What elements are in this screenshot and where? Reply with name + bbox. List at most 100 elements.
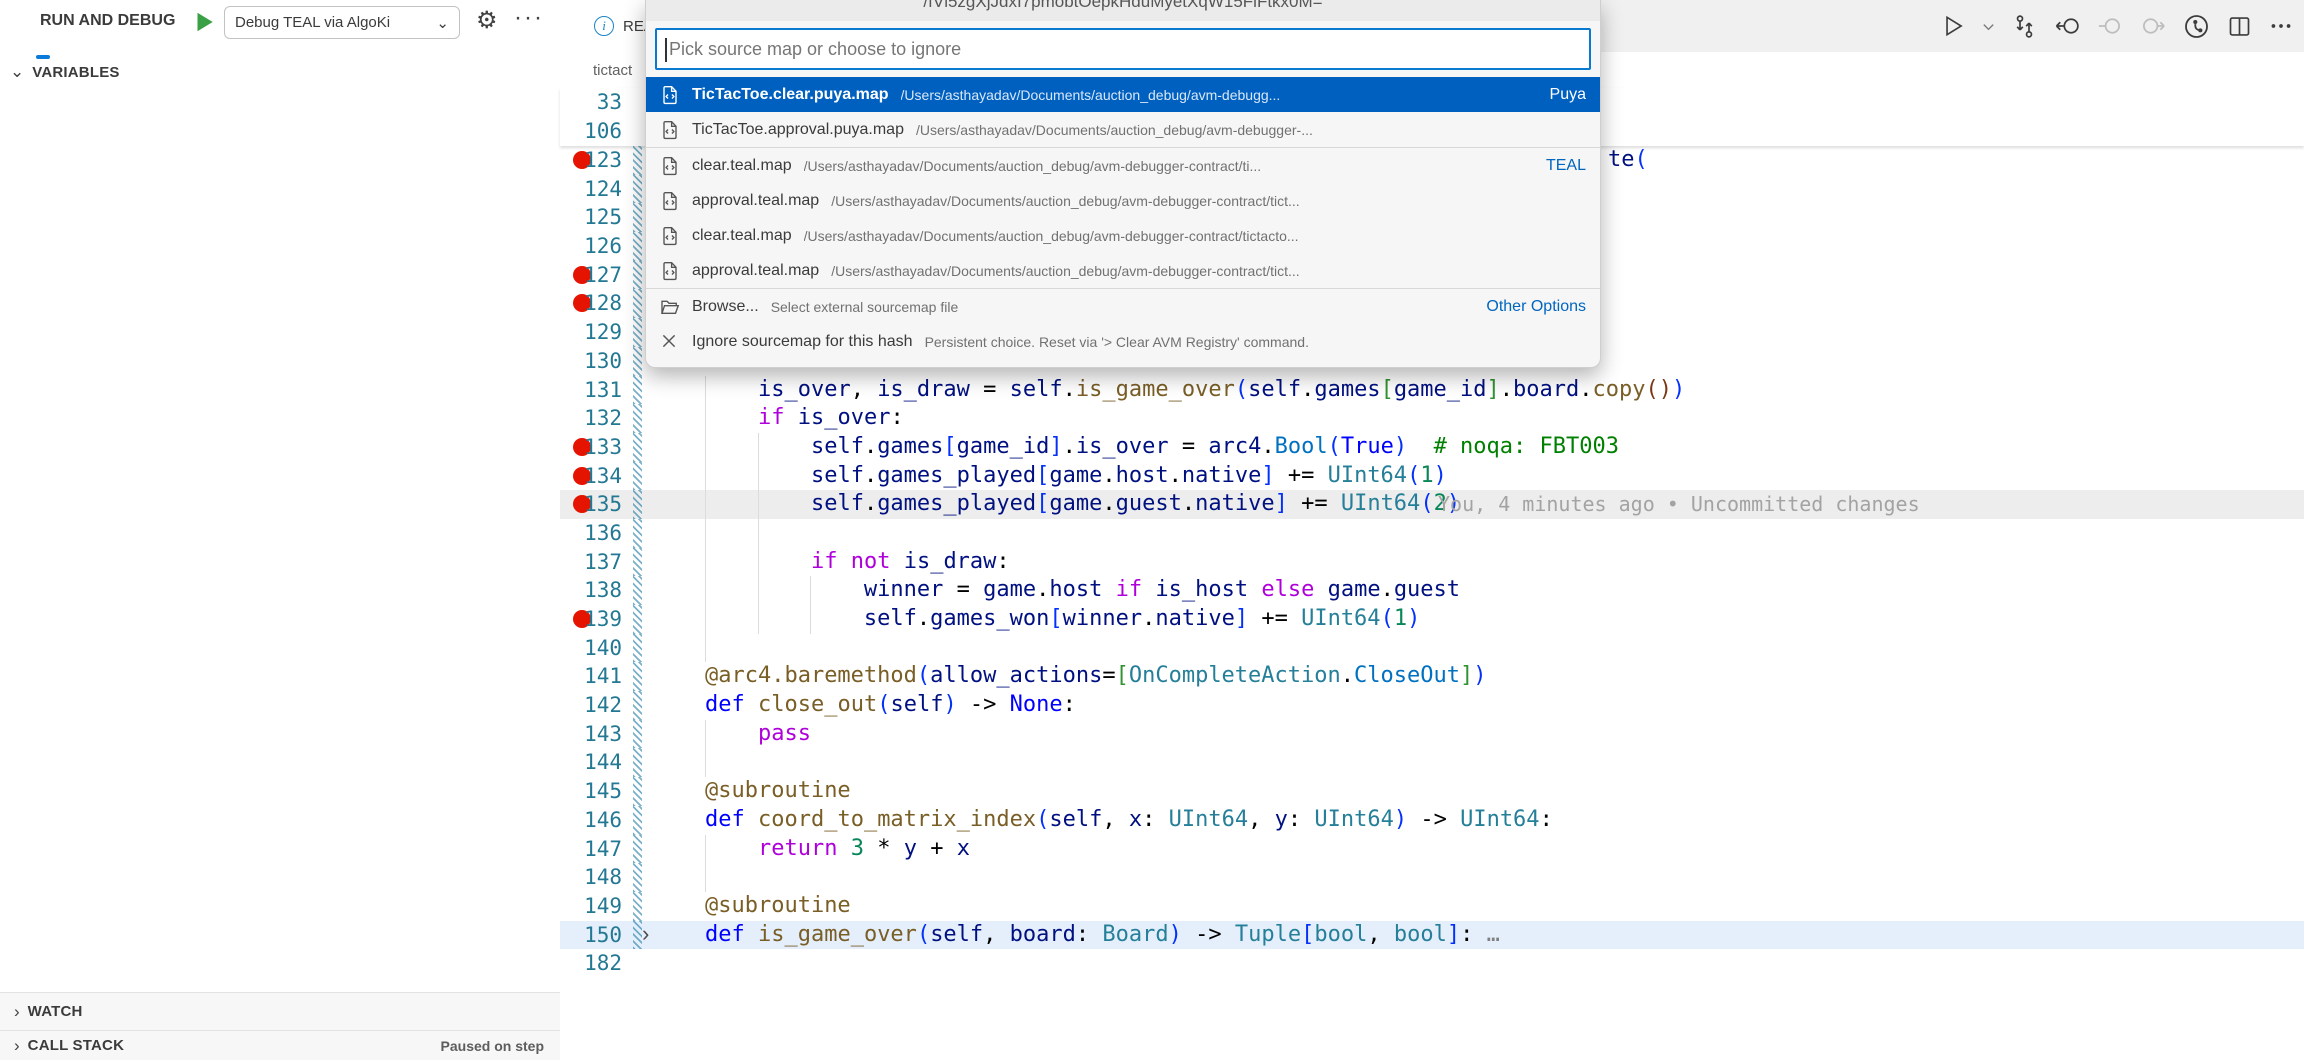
code-line-138[interactable]: 138 winner = game.host if is_host else g…: [560, 576, 2304, 605]
quick-pick-input-box[interactable]: [655, 28, 1591, 70]
line-number[interactable]: 150: [560, 921, 622, 950]
line-number[interactable]: 124: [560, 175, 622, 204]
code-token: [652, 405, 758, 430]
quick-pick-item-detail: /Users/asthayadav/Documents/auction_debu…: [804, 228, 1299, 244]
line-number[interactable]: 129: [560, 318, 622, 347]
go-back-icon[interactable]: [2053, 12, 2081, 40]
line-number[interactable]: 144: [560, 748, 622, 777]
line-number[interactable]: 123: [560, 146, 622, 175]
quick-pick-item-7[interactable]: Ignore sourcemap for this hashPersistent…: [646, 324, 1600, 359]
breadcrumb-item[interactable]: tictact: [593, 62, 632, 79]
run-python-file-button[interactable]: [1940, 13, 1966, 39]
quick-pick-item-3[interactable]: approval.teal.map/Users/asthayadav/Docum…: [646, 183, 1600, 218]
line-number[interactable]: 148: [560, 863, 622, 892]
gutter-hatch-decoration: [633, 634, 642, 663]
previous-change-icon[interactable]: [2096, 12, 2124, 40]
watch-section-header[interactable]: › WATCH: [0, 992, 560, 1030]
code-line-143[interactable]: 143 pass: [560, 720, 2304, 749]
debug-config-dropdown[interactable]: Debug TEAL via AlgoKi ⌄: [224, 6, 460, 39]
code-line-139[interactable]: 139 self.games_won[winner.native] += UIn…: [560, 605, 2304, 634]
code-line-149[interactable]: 149 @subroutine: [560, 892, 2304, 921]
code-text: @subroutine: [652, 777, 851, 806]
line-number[interactable]: 143: [560, 720, 622, 749]
quick-pick-item-badge[interactable]: Other Options: [1472, 298, 1586, 316]
code-token: winner: [1063, 606, 1142, 631]
code-token: games_won: [930, 606, 1049, 631]
line-number[interactable]: 127: [560, 261, 622, 290]
code-line-131[interactable]: 131 is_over, is_draw = self.is_game_over…: [560, 376, 2304, 405]
quick-pick-item-4[interactable]: clear.teal.map/Users/asthayadav/Document…: [646, 218, 1600, 253]
fold-chevron-icon[interactable]: ›: [642, 921, 649, 947]
line-number[interactable]: 135: [560, 490, 622, 519]
code-token: [: [1381, 377, 1394, 402]
line-number[interactable]: 149: [560, 892, 622, 921]
code-line-146[interactable]: 146 def coord_to_matrix_index(self, x: U…: [560, 806, 2304, 835]
line-number[interactable]: 126: [560, 232, 622, 261]
code-line-147[interactable]: 147 return 3 * y + x: [560, 835, 2304, 864]
code-line-135[interactable]: 135 self.games_played[game.guest.native]…: [560, 490, 2304, 519]
code-line-136[interactable]: 136: [560, 519, 2304, 548]
code-token: is_over: [798, 405, 891, 430]
line-number[interactable]: 125: [560, 203, 622, 232]
quick-pick-item-2[interactable]: clear.teal.map/Users/asthayadav/Document…: [646, 147, 1600, 183]
line-number[interactable]: 136: [560, 519, 622, 548]
line-number[interactable]: 182: [560, 949, 622, 978]
code-token: is_game_over: [758, 922, 917, 947]
code-token: ]: [1261, 463, 1274, 488]
code-line-148[interactable]: 148: [560, 863, 2304, 892]
code-line-150[interactable]: 150› def is_game_over(self, board: Board…: [560, 921, 2304, 950]
code-line-142[interactable]: 142 def close_out(self) -> None:: [560, 691, 2304, 720]
line-number[interactable]: 139: [560, 605, 622, 634]
quick-pick-item-label: TicTacToe.clear.puya.map: [692, 86, 889, 104]
code-line-137[interactable]: 137 if not is_draw:: [560, 548, 2304, 577]
code-line-134[interactable]: 134 self.games_played[game.host.native] …: [560, 462, 2304, 491]
quick-pick-item-0[interactable]: TicTacToe.clear.puya.map/Users/asthayada…: [646, 77, 1600, 112]
more-actions-icon[interactable]: [2268, 13, 2294, 39]
code-token: native: [1155, 606, 1234, 631]
line-number[interactable]: 132: [560, 404, 622, 433]
code-line-132[interactable]: 132 if is_over:: [560, 404, 2304, 433]
compare-changes-icon[interactable]: [2011, 13, 2038, 40]
line-number[interactable]: 134: [560, 462, 622, 491]
quick-pick-item-1[interactable]: TicTacToe.approval.puya.map/Users/asthay…: [646, 112, 1600, 147]
code-token: game: [983, 577, 1036, 602]
code-line-141[interactable]: 141 @arc4.baremethod(allow_actions=[OnCo…: [560, 662, 2304, 691]
code-token: [652, 721, 758, 746]
line-number[interactable]: 130: [560, 347, 622, 376]
line-number[interactable]: 147: [560, 835, 622, 864]
code-token: @subroutine: [705, 778, 851, 803]
line-number[interactable]: 142: [560, 691, 622, 720]
code-line-133[interactable]: 133 self.games[game_id].is_over = arc4.B…: [560, 433, 2304, 462]
quick-pick-item-detail: Persistent choice. Reset via '> Clear AV…: [925, 334, 1309, 350]
code-line-144[interactable]: 144: [560, 748, 2304, 777]
code-line-140[interactable]: 140: [560, 634, 2304, 663]
variables-section-header[interactable]: ⌄ VARIABLES: [0, 58, 560, 86]
gear-icon[interactable]: ⚙: [476, 6, 498, 35]
call-stack-section-header[interactable]: › CALL STACK Paused on step: [0, 1030, 560, 1060]
line-number[interactable]: 138: [560, 576, 622, 605]
more-actions-icon[interactable]: ···: [514, 4, 544, 32]
split-editor-icon[interactable]: [2226, 13, 2253, 40]
code-token: [652, 807, 705, 832]
line-number[interactable]: 137: [560, 548, 622, 577]
code-line-182[interactable]: 182: [560, 949, 2304, 978]
code-token: (: [917, 922, 930, 947]
line-number[interactable]: 131: [560, 376, 622, 405]
code-token: bool: [1394, 922, 1447, 947]
start-debug-button[interactable]: [191, 9, 217, 35]
quick-pick-input[interactable]: [657, 38, 1589, 61]
line-number[interactable]: 141: [560, 662, 622, 691]
code-line-145[interactable]: 145 @subroutine: [560, 777, 2304, 806]
code-token: games: [1314, 377, 1380, 402]
next-change-icon[interactable]: [2139, 12, 2167, 40]
line-number[interactable]: 128: [560, 289, 622, 318]
run-dropdown-chevron-icon[interactable]: [1981, 19, 1996, 34]
source-control-graph-icon[interactable]: [2182, 12, 2211, 41]
line-number[interactable]: 133: [560, 433, 622, 462]
line-number[interactable]: 145: [560, 777, 622, 806]
quick-pick-item-5[interactable]: approval.teal.map/Users/asthayadav/Docum…: [646, 253, 1600, 288]
code-token: self: [811, 463, 864, 488]
line-number[interactable]: 140: [560, 634, 622, 663]
line-number[interactable]: 146: [560, 806, 622, 835]
quick-pick-item-6[interactable]: Browse...Select external sourcemap fileO…: [646, 288, 1600, 324]
